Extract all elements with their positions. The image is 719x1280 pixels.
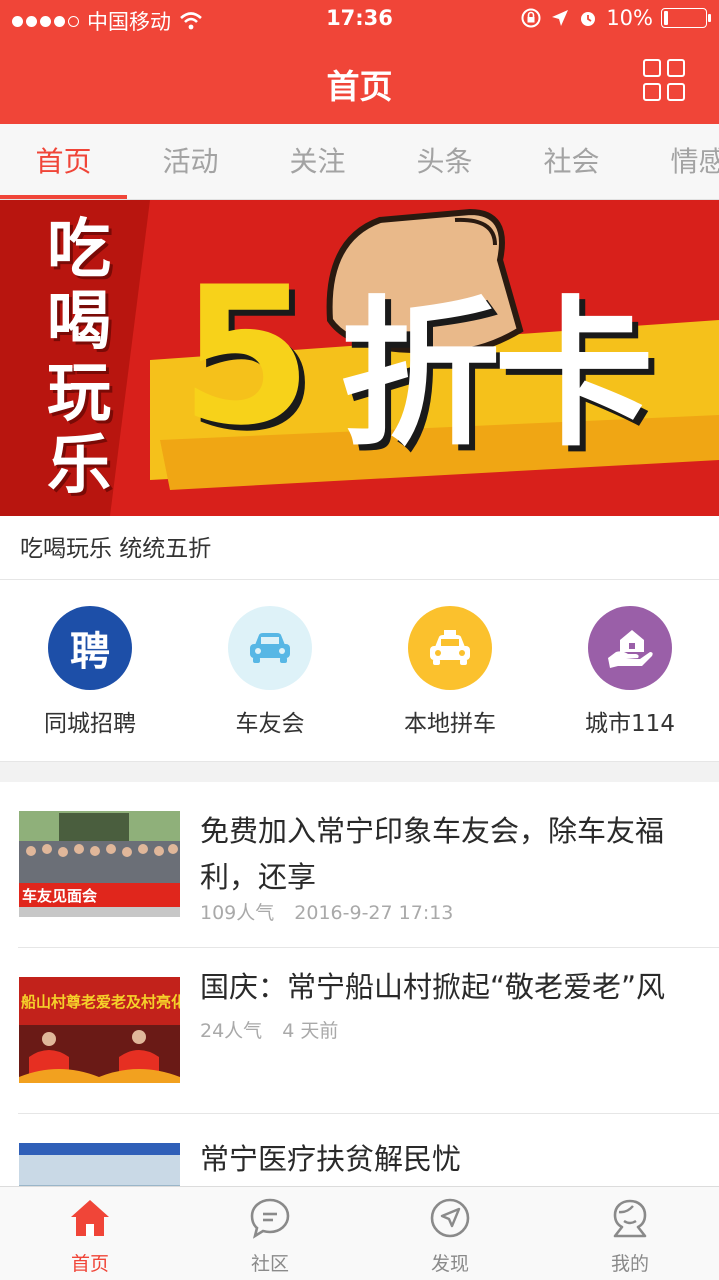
car-icon: [228, 606, 312, 690]
quick-link-recruit[interactable]: 聘 同城招聘: [0, 606, 180, 738]
tab-active-indicator: [0, 195, 127, 199]
chat-bubble-icon: [250, 1198, 290, 1239]
news-title: 国庆：常宁船山村掀起“敬老爱老”风: [200, 970, 666, 1004]
tabbar-discover[interactable]: 发现: [360, 1187, 540, 1280]
banner-number: 5: [180, 246, 313, 467]
quick-links: 聘 同城招聘 车友会 本地拼车 城市114: [0, 580, 719, 762]
banner-side-char: 吃: [47, 213, 111, 287]
tab-activity[interactable]: 活动: [127, 124, 254, 199]
section-divider: [0, 762, 719, 782]
tabbar-label: 我的: [610, 1253, 649, 1275]
thumbnail-caption: 船山村尊老爱老及村亮化: [21, 993, 180, 1011]
news-item[interactable]: 常宁医疗扶贫解民忧: [18, 1114, 719, 1186]
tab-home[interactable]: 首页: [0, 124, 127, 199]
news-item[interactable]: 船山村尊老爱老及村亮化 国庆：常宁船山村掀起“敬老爱老”风 24人气 4 天前: [18, 948, 719, 1114]
quick-link-carpool[interactable]: 本地拼车: [360, 606, 540, 738]
home-icon: [71, 1200, 109, 1236]
tab-society[interactable]: 社会: [508, 124, 635, 199]
news-list: 车友见面会 免费加入常宁印象车友会，除车友福利，还享 109人气 2016-9-2…: [0, 782, 719, 1186]
recruit-icon: 聘: [48, 606, 132, 690]
banner-side-char: 乐: [47, 429, 111, 503]
category-tabs: 首页 活动 关注 头条 社会 情感: [0, 124, 719, 200]
nav-bar: 首页: [0, 40, 719, 124]
battery-percent: 10%: [606, 6, 653, 30]
news-meta: 24人气 4 天前: [200, 1016, 338, 1043]
thumbnail-caption: 车友见面会: [22, 887, 98, 905]
battery-icon: [661, 8, 711, 28]
compass-icon: [430, 1198, 470, 1238]
promo-banner[interactable]: 吃 喝 玩 乐 5 折卡: [0, 200, 719, 516]
tab-headline[interactable]: 头条: [381, 124, 508, 199]
banner-headline: 折卡: [340, 281, 654, 468]
status-right: 10%: [520, 6, 711, 30]
news-views: 24人气: [200, 1020, 263, 1042]
rotation-lock-icon: [521, 8, 541, 28]
quick-link-label: 同城招聘: [44, 711, 136, 737]
news-thumbnail: [19, 1143, 180, 1186]
news-views: 109人气: [200, 902, 275, 924]
quick-link-city114[interactable]: 城市114: [540, 606, 719, 738]
news-title: 常宁医疗扶贫解民忧: [200, 1142, 462, 1176]
news-time: 2016-9-27 17:13: [294, 902, 454, 924]
tabbar-label: 首页: [70, 1253, 109, 1275]
location-arrow-icon: [552, 10, 569, 26]
tabbar-profile[interactable]: 我的: [540, 1187, 719, 1280]
tabbar-label: 社区: [250, 1253, 289, 1275]
tabbar-community[interactable]: 社区: [180, 1187, 360, 1280]
tab-emotion[interactable]: 情感: [635, 124, 719, 199]
taxi-icon: [408, 606, 492, 690]
banner-caption: 吃喝玩乐 统统五折: [0, 516, 719, 580]
news-meta: 109人气 2016-9-27 17:13: [200, 898, 453, 925]
recruit-glyph: 聘: [70, 629, 110, 675]
news-thumbnail: 车友见面会: [19, 811, 180, 917]
alarm-icon: [581, 12, 596, 26]
grid-icon[interactable]: [643, 59, 685, 101]
quick-link-label: 本地拼车: [404, 711, 496, 737]
page-title: 首页: [326, 67, 393, 106]
home-hand-icon: [588, 606, 672, 690]
news-title: 免费加入常宁印象车友会，除车友福利，还享: [200, 814, 665, 894]
news-item[interactable]: 车友见面会 免费加入常宁印象车友会，除车友福利，还享 109人气 2016-9-2…: [18, 782, 719, 948]
news-thumbnail: 船山村尊老爱老及村亮化: [19, 977, 180, 1083]
tabbar-home[interactable]: 首页: [0, 1187, 180, 1280]
bottom-tab-bar: 首页 社区 发现 我的: [0, 1186, 719, 1280]
quick-link-label: 城市114: [585, 711, 675, 737]
news-time: 4 天前: [282, 1020, 339, 1042]
quick-link-label: 车友会: [235, 711, 305, 737]
user-icon: [613, 1199, 647, 1238]
app-screen: 中国移动 17:36 10% 首页 首页 活动 关注 头条 社会 情 吃 喝 玩…: [0, 0, 719, 1280]
battery-level: [664, 11, 668, 25]
tab-follow[interactable]: 关注: [254, 124, 381, 199]
quick-link-car-club[interactable]: 车友会: [180, 606, 360, 738]
tabbar-label: 发现: [430, 1253, 469, 1275]
banner-side-text: 吃 喝 玩 乐: [24, 214, 134, 502]
banner-side-char: 喝: [47, 285, 111, 359]
banner-side-char: 玩: [47, 357, 111, 431]
status-bar: 中国移动 17:36 10%: [0, 0, 719, 40]
